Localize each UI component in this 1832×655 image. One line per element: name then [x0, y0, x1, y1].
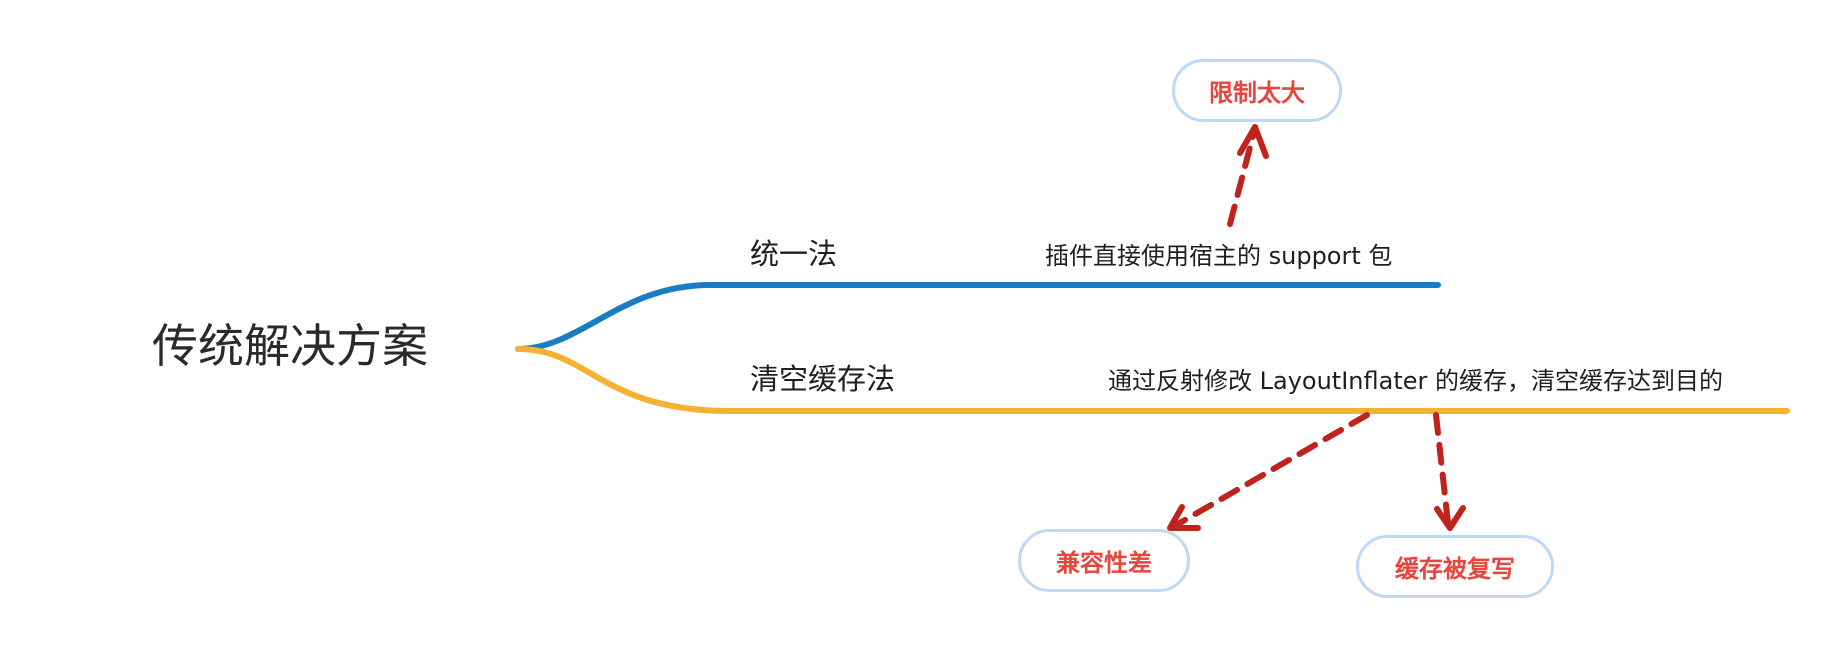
branch-detail-unified: 插件直接使用宿主的 support 包	[1045, 242, 1393, 270]
branch-detail-clear-cache: 通过反射修改 LayoutInflater 的缓存，清空缓存达到目的	[1108, 367, 1723, 395]
note-poor-compatibility: 兼容性差	[1018, 529, 1190, 592]
note-limit-too-large: 限制太大	[1172, 59, 1342, 122]
mind-map-canvas: 传统解决方案 统一法 插件直接使用宿主的 support 包 清空缓存法 通过反…	[0, 0, 1832, 655]
arrow-to-compat	[1167, 412, 1370, 531]
branch-label-clear-cache: 清空缓存法	[750, 362, 896, 396]
note-cache-overwritten: 缓存被复写	[1356, 535, 1554, 598]
branch-label-unified: 统一法	[750, 237, 838, 271]
branch-line-unified	[515, 282, 1441, 352]
arrow-to-overwrite	[1433, 412, 1466, 531]
arrow-to-limit	[1227, 124, 1269, 227]
root-topic: 传统解决方案	[152, 319, 428, 373]
